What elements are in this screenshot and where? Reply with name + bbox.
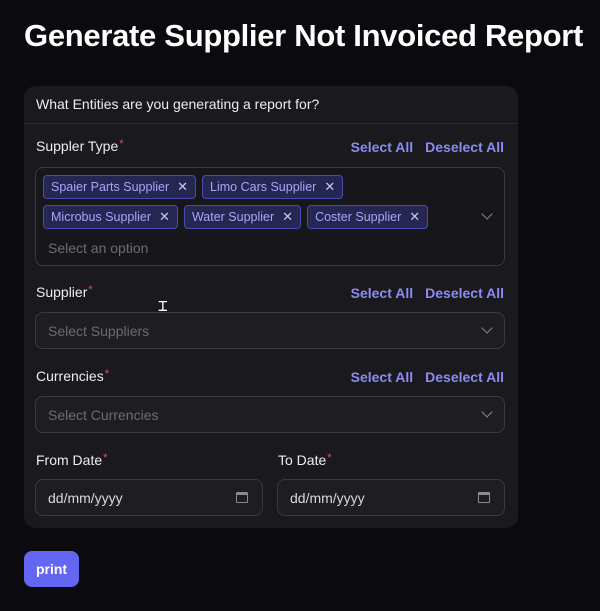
to-date-value: dd/mm/yyyy [290, 490, 365, 506]
supplier-actions: Select All Deselect All [351, 285, 504, 301]
chip-label: Limo Cars Supplier [210, 180, 317, 194]
page-title: Generate Supplier Not Invoiced Report [24, 18, 584, 53]
supplier-deselect-all-button[interactable]: Deselect All [425, 285, 504, 301]
required-marker: * [327, 452, 332, 464]
selected-chip: Limo Cars Supplier ✕ [202, 175, 344, 199]
selected-chip: Water Supplier ✕ [183, 205, 302, 229]
supplier-label: Supplier* [36, 284, 93, 300]
to-date-label: To Date* [278, 452, 332, 468]
to-date-label-text: To Date [278, 452, 327, 468]
chip-label: Water Supplier [191, 210, 275, 224]
close-icon[interactable]: ✕ [177, 179, 188, 195]
from-date-input[interactable]: dd/mm/yyyy [35, 479, 263, 516]
calendar-icon[interactable] [478, 492, 490, 503]
chip-row: Microbus Supplier ✕ Water Supplier ✕ Coster … [43, 205, 463, 229]
currencies-label: Currencies* [36, 368, 109, 384]
calendar-icon[interactable] [236, 492, 248, 503]
chevron-down-icon[interactable] [481, 208, 493, 220]
close-icon[interactable]: ✕ [159, 209, 170, 225]
currencies-select[interactable]: Select Currencies [35, 396, 505, 433]
supplier-type-multiselect[interactable]: Spaier Parts Supplier ✕ Limo Cars Supplier… [35, 167, 505, 266]
close-icon[interactable]: ✕ [282, 209, 293, 225]
supplier-select[interactable]: Select Suppliers [35, 312, 505, 349]
supplier-label-text: Supplier [36, 284, 88, 300]
required-marker: * [119, 138, 124, 150]
report-entities-card: What Entities are you generating a repor… [24, 86, 518, 528]
from-date-label-text: From Date [36, 452, 103, 468]
close-icon[interactable]: ✕ [409, 209, 420, 225]
supplier-type-select-all-button[interactable]: Select All [351, 139, 414, 155]
currencies-select-all-button[interactable]: Select All [351, 369, 414, 385]
currencies-label-text: Currencies [36, 368, 104, 384]
required-marker: * [104, 368, 109, 380]
selected-chip: Spaier Parts Supplier ✕ [43, 175, 197, 199]
from-date-label: From Date* [36, 452, 107, 468]
currencies-deselect-all-button[interactable]: Deselect All [425, 369, 504, 385]
selected-chips: Spaier Parts Supplier ✕ Limo Cars Supplier… [43, 175, 463, 235]
close-icon[interactable]: ✕ [324, 179, 335, 195]
supplier-placeholder: Select Suppliers [48, 323, 150, 339]
chip-label: Microbus Supplier [51, 210, 152, 224]
card-header: What Entities are you generating a repor… [24, 86, 518, 124]
text-cursor-icon: ⌶ [158, 296, 168, 315]
chevron-down-icon[interactable] [481, 406, 493, 418]
selected-chip: Microbus Supplier ✕ [43, 205, 178, 229]
supplier-type-label-text: Suppler Type [36, 138, 119, 154]
currencies-actions: Select All Deselect All [351, 369, 504, 385]
required-marker: * [103, 452, 108, 464]
required-marker: * [88, 284, 93, 296]
chip-label: Spaier Parts Supplier [51, 180, 170, 194]
chevron-down-icon[interactable] [481, 322, 493, 334]
supplier-type-deselect-all-button[interactable]: Deselect All [425, 139, 504, 155]
to-date-input[interactable]: dd/mm/yyyy [277, 479, 505, 516]
selected-chip: Coster Supplier ✕ [307, 205, 429, 229]
from-date-value: dd/mm/yyyy [48, 490, 123, 506]
chip-row: Spaier Parts Supplier ✕ Limo Cars Supplier… [43, 175, 463, 199]
chip-label: Coster Supplier [315, 210, 402, 224]
supplier-type-placeholder: Select an option [48, 240, 149, 256]
supplier-select-all-button[interactable]: Select All [351, 285, 414, 301]
supplier-type-label: Suppler Type* [36, 138, 124, 154]
supplier-type-actions: Select All Deselect All [351, 139, 504, 155]
currencies-placeholder: Select Currencies [48, 407, 159, 423]
print-button[interactable]: print [24, 551, 79, 587]
